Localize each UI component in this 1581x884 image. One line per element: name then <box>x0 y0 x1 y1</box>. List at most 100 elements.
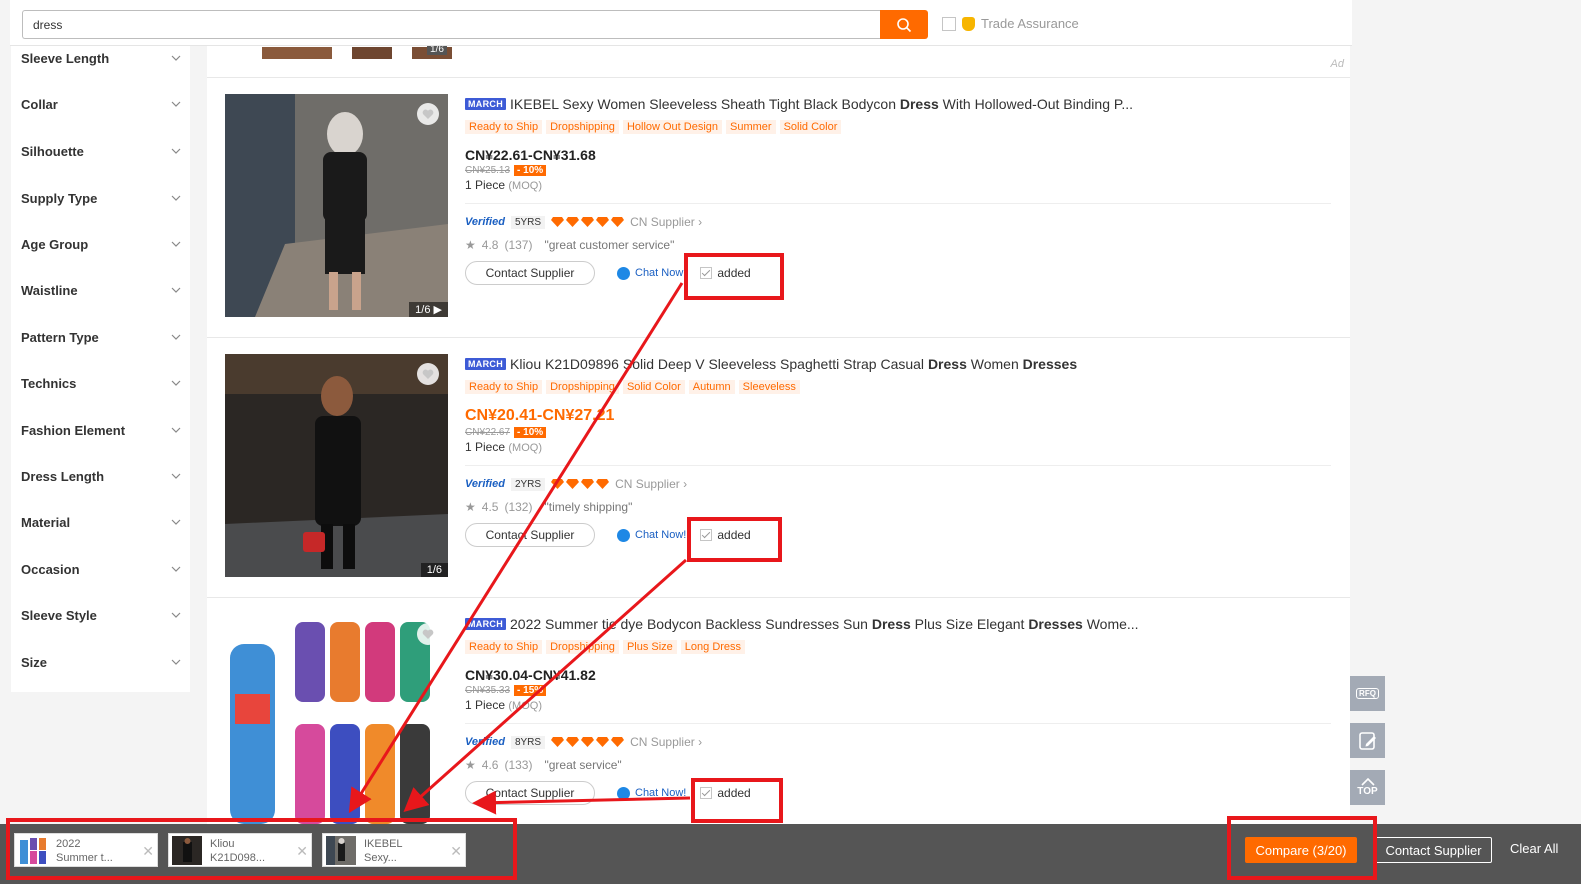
review-quote: "timely shipping" <box>544 500 633 514</box>
rating-score: 4.6 <box>481 758 499 772</box>
compare-checkbox[interactable] <box>700 529 713 541</box>
chat-now-link[interactable]: Chat Now! <box>617 266 686 280</box>
product-photo <box>225 354 448 577</box>
filter-occasion[interactable]: Occasion <box>21 557 181 581</box>
back-to-top-button[interactable]: TOP <box>1350 770 1385 805</box>
march-badge: MARCH <box>465 358 506 370</box>
product-info: MARCH Kliou K21D09896 Solid Deep V Sleev… <box>465 356 1335 547</box>
filter-dress-length[interactable]: Dress Length <box>21 464 181 488</box>
filter-sidebar: Sleeve Length Collar Silhouette Supply T… <box>11 38 190 692</box>
favorite-button[interactable] <box>417 103 439 125</box>
chevron-right-icon: › <box>683 477 688 491</box>
supplier-country[interactable]: CN Supplier › <box>630 735 702 749</box>
chat-now-link[interactable]: Chat Now! <box>617 786 686 800</box>
supplier-country[interactable]: CN Supplier › <box>615 477 687 491</box>
title-text: 2022 Summer tie dye Bodycon Backless Sun… <box>510 616 1139 632</box>
search-button[interactable] <box>880 10 928 39</box>
trade-assurance-checkbox[interactable] <box>942 16 956 31</box>
product-card: 1/6 MARCH Kliou K21D09896 Solid Deep V S… <box>207 337 1350 597</box>
march-badge: MARCH <box>465 618 506 630</box>
diamond-icon <box>596 737 610 747</box>
filter-silhouette[interactable]: Silhouette <box>21 139 181 163</box>
tag: Ready to Ship <box>465 640 543 654</box>
filter-collar[interactable]: Collar <box>21 92 181 116</box>
image-counter: 1/6 <box>420 563 448 577</box>
rfq-button[interactable]: RFQ <box>1350 676 1385 711</box>
product-title[interactable]: MARCH 2022 Summer tie dye Bodycon Backle… <box>465 616 1335 632</box>
compare-checkbox[interactable] <box>700 787 713 799</box>
diamond-icon <box>611 737 625 747</box>
compare-item[interactable]: 2022 Summer t... ✕ <box>14 833 158 867</box>
chevron-down-icon <box>171 55 181 61</box>
chevron-down-icon <box>171 659 181 665</box>
product-title[interactable]: MARCH Kliou K21D09896 Solid Deep V Sleev… <box>465 356 1335 372</box>
rating-row: ★ 4.5 (132) "timely shipping" <box>465 500 1335 514</box>
original-price: CN¥25.13 <box>465 165 511 176</box>
search-icon <box>897 17 912 32</box>
product-title[interactable]: MARCH IKEBEL Sexy Women Sleeveless Sheat… <box>465 96 1335 112</box>
close-icon[interactable]: ✕ <box>450 843 462 860</box>
previous-product-image-strip[interactable] <box>262 46 452 59</box>
filter-sleeve-style[interactable]: Sleeve Style <box>21 603 181 627</box>
favorite-button[interactable] <box>417 363 439 385</box>
divider <box>465 723 1331 724</box>
divider <box>465 203 1331 204</box>
star-icon: ★ <box>465 238 476 252</box>
tag: Dropshipping <box>546 380 619 394</box>
filter-age-group[interactable]: Age Group <box>21 232 181 256</box>
diamond-icon <box>566 737 580 747</box>
heart-icon <box>422 369 434 379</box>
product-list: 1/6 Ad 1/6 ▶ MARCH IKEBEL Sexy Women Sle… <box>207 44 1350 884</box>
filter-technics[interactable]: Technics <box>21 371 181 395</box>
supplier-country[interactable]: CN Supplier › <box>630 215 702 229</box>
chevron-right-icon: › <box>698 735 703 749</box>
filter-pattern-type[interactable]: Pattern Type <box>21 325 181 349</box>
trade-assurance-filter[interactable]: Trade Assurance <box>942 16 1079 31</box>
compare-item[interactable]: Kliou K21D098... ✕ <box>168 833 312 867</box>
filter-material[interactable]: Material <box>21 510 181 534</box>
compare-added-toggle[interactable]: added <box>700 266 751 280</box>
filter-waistline[interactable]: Waistline <box>21 278 181 302</box>
chat-icon <box>617 528 630 542</box>
compare-checkbox[interactable] <box>700 267 713 279</box>
compare-bar: 2022 Summer t... ✕ Kliou K21D098... ✕ IKEB… <box>0 824 1581 884</box>
supplier-years: 8YRS <box>510 735 546 749</box>
compare-added-toggle[interactable]: added <box>700 786 751 800</box>
chevron-down-icon <box>171 241 181 247</box>
close-icon[interactable]: ✕ <box>142 843 154 860</box>
clear-all-link[interactable]: Clear All <box>1510 841 1558 856</box>
product-image[interactable] <box>225 614 448 837</box>
compare-item-title: 2022 Summer t... <box>56 838 113 864</box>
supplier-row: Verified 8YRS CN Supplier › <box>465 735 1335 749</box>
chevron-right-icon: › <box>698 215 703 229</box>
product-photo <box>225 614 448 837</box>
feedback-edit-icon <box>1358 731 1376 750</box>
product-image[interactable]: 1/6 ▶ <box>225 94 448 317</box>
contact-supplier-button[interactable]: Contact Supplier <box>465 523 595 547</box>
diamond-icon <box>566 217 580 227</box>
compare-button[interactable]: Compare (3/20) <box>1245 837 1357 863</box>
chat-now-link[interactable]: Chat Now! <box>617 528 686 542</box>
contact-supplier-button[interactable]: Contact Supplier <box>465 261 595 285</box>
compare-item-thumbnail <box>326 836 356 865</box>
product-image[interactable]: 1/6 <box>225 354 448 577</box>
contact-supplier-button[interactable]: Contact Supplier <box>1375 837 1492 863</box>
contact-supplier-button[interactable]: Contact Supplier <box>465 781 595 805</box>
tag: Hollow Out Design <box>622 120 723 134</box>
filter-size[interactable]: Size <box>21 650 181 674</box>
filter-sleeve-length[interactable]: Sleeve Length <box>21 46 181 70</box>
filter-fashion-element[interactable]: Fashion Element <box>21 418 181 442</box>
favorite-button[interactable] <box>417 623 439 645</box>
review-quote: "great customer service" <box>544 238 675 252</box>
close-icon[interactable]: ✕ <box>296 843 308 860</box>
rating-row: ★ 4.8 (137) "great customer service" <box>465 238 1335 252</box>
chevron-down-icon <box>171 287 181 293</box>
tag: Solid Color <box>622 380 685 394</box>
tag: Solid Color <box>779 120 842 134</box>
filter-supply-type[interactable]: Supply Type <box>21 186 181 210</box>
compare-added-toggle[interactable]: added <box>700 528 751 542</box>
rfq-icon: RFQ <box>1356 688 1379 699</box>
search-input[interactable] <box>22 10 880 39</box>
feedback-button[interactable] <box>1350 723 1385 758</box>
compare-item[interactable]: IKEBEL Sexy... ✕ <box>322 833 466 867</box>
